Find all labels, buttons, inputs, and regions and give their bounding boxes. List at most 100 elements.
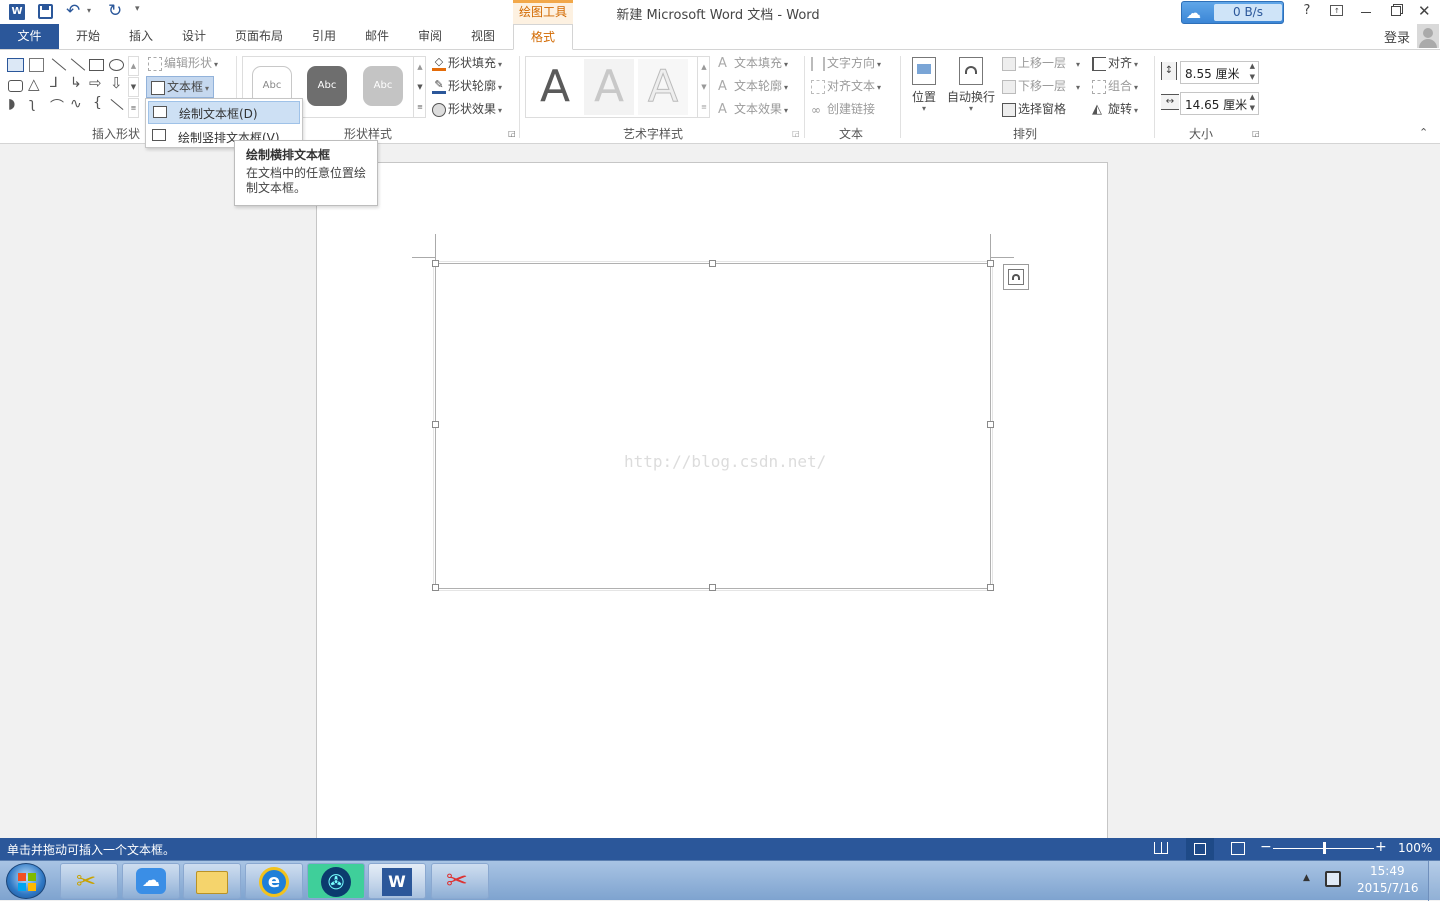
wordart-more-icon[interactable]: ≡	[697, 97, 710, 118]
save-icon[interactable]	[38, 4, 53, 19]
ribbon-display-options-icon[interactable]: ↑	[1330, 5, 1343, 16]
tab-mailings[interactable]: 邮件	[355, 24, 399, 49]
taskbar-tool-app[interactable]: ✂	[60, 863, 118, 899]
height-spin-up-icon[interactable]: ▲	[1250, 62, 1255, 70]
wordart-scroll-down-icon[interactable]: ▼	[697, 77, 710, 97]
tab-design[interactable]: 设计	[172, 24, 216, 49]
word-app-icon[interactable]: W	[9, 4, 25, 20]
start-button[interactable]	[6, 863, 46, 899]
taskbar-word[interactable]: W	[368, 863, 426, 899]
diagonal-line-icon[interactable]	[110, 98, 124, 111]
shape-outline-button[interactable]: ✎ 形状轮廓 ▾	[432, 76, 502, 96]
scribble-shape-icon[interactable]: ʅ	[29, 96, 35, 112]
align-button[interactable]: 对齐 ▾	[1092, 53, 1138, 73]
tab-view[interactable]: 视图	[461, 24, 505, 49]
clock-time[interactable]: 15:49	[1370, 864, 1405, 878]
zoom-slider-thumb[interactable]	[1322, 842, 1326, 854]
close-icon[interactable]: ✕	[1418, 2, 1431, 20]
show-hidden-icons[interactable]: ▲	[1303, 873, 1310, 883]
brace-shape-icon[interactable]: {	[93, 95, 102, 111]
shape-height-input[interactable]: 8.55 厘米 ▲ ▼	[1180, 61, 1259, 84]
resize-handle-bm[interactable]	[709, 584, 716, 591]
zoom-in-button[interactable]: +	[1375, 839, 1387, 855]
arc-shape-icon[interactable]: ⌒	[50, 96, 64, 116]
taskbar-cloud-app[interactable]: ☁	[122, 863, 180, 899]
size-launcher-icon[interactable]: ◲	[1252, 129, 1260, 138]
shapes-gallery[interactable]: △ ⅃ ↳ ⇨ ⇩ ◗ ʅ ⌒ ∿ { ▲ ▼ ≡	[5, 56, 140, 118]
taskbar-ie[interactable]: e	[245, 863, 303, 899]
shape-style-dark[interactable]: Abc	[307, 66, 347, 106]
gallery-scroll-down-icon[interactable]: ▼	[128, 77, 139, 97]
vertical-textbox-shape-icon[interactable]	[29, 58, 44, 72]
collapse-ribbon-icon[interactable]: ⌃	[1419, 126, 1428, 139]
selection-pane-button[interactable]: 选择窗格	[1002, 99, 1066, 119]
taskbar-snipping-tool[interactable]: ✂	[431, 863, 489, 899]
arrow-shape-icon[interactable]	[70, 58, 86, 71]
wrap-text-button[interactable]: 自动换行 ▾	[944, 54, 998, 120]
height-spin-down-icon[interactable]: ▼	[1250, 73, 1255, 81]
width-spin-down-icon[interactable]: ▼	[1250, 104, 1255, 112]
wordart-style-light[interactable]: A	[584, 59, 634, 115]
shape-effects-button[interactable]: 形状效果 ▾	[432, 99, 502, 119]
login-link[interactable]: 登录	[1384, 27, 1410, 46]
shape-style-gray[interactable]: Abc	[363, 66, 403, 106]
resize-handle-mr[interactable]	[987, 421, 994, 428]
style-more-icon[interactable]: ≡	[413, 97, 426, 118]
zoom-level[interactable]: 100%	[1398, 841, 1432, 855]
tab-format[interactable]: 格式	[513, 24, 573, 50]
tab-page-layout[interactable]: 页面布局	[227, 24, 291, 49]
wordart-style-dark[interactable]: A	[530, 59, 580, 115]
rounded-rect-shape-icon[interactable]	[8, 80, 23, 92]
menu-item-draw-textbox[interactable]: 绘制文本框(D)	[148, 101, 300, 124]
right-arrow-shape-icon[interactable]: ⇨	[89, 74, 102, 92]
resize-handle-bl[interactable]	[432, 584, 439, 591]
tab-references[interactable]: 引用	[302, 24, 346, 49]
shape-styles-launcher-icon[interactable]: ◲	[508, 129, 516, 138]
position-button[interactable]: 位置 ▾	[906, 54, 942, 120]
wordart-launcher-icon[interactable]: ◲	[792, 129, 800, 138]
width-spin-up-icon[interactable]: ▲	[1250, 93, 1255, 101]
tab-file[interactable]: 文件	[0, 24, 59, 49]
resize-handle-br[interactable]	[987, 584, 994, 591]
wordart-scroll-up-icon[interactable]: ▲	[697, 57, 710, 77]
down-arrow-shape-icon[interactable]: ⇩	[110, 74, 123, 92]
rotate-button[interactable]: ◭ 旋转 ▾	[1092, 99, 1138, 119]
layout-options-icon[interactable]	[1003, 264, 1029, 290]
freeform-shape-icon[interactable]: ◗	[8, 96, 15, 112]
resize-handle-tl[interactable]	[432, 260, 439, 267]
elbow-connector-icon[interactable]: ⅃	[50, 75, 58, 91]
style-scroll-down-icon[interactable]: ▼	[413, 77, 426, 97]
resize-handle-tr[interactable]	[987, 260, 994, 267]
style-scroll-up-icon[interactable]: ▲	[413, 57, 426, 77]
tab-home[interactable]: 开始	[66, 24, 110, 49]
help-button[interactable]: ?	[1300, 3, 1314, 18]
shape-width-input[interactable]: 14.65 厘米 ▲ ▼	[1180, 92, 1259, 115]
wordart-style-outline[interactable]: A	[638, 59, 688, 115]
zoom-out-button[interactable]: −	[1260, 839, 1272, 855]
taskbar-media-player[interactable]: ✇	[307, 863, 365, 899]
taskbar-explorer[interactable]	[183, 863, 241, 899]
textbox-button[interactable]: 文本框 ▾	[146, 76, 215, 98]
show-desktop-button[interactable]	[1428, 861, 1440, 901]
print-layout-icon[interactable]	[1186, 838, 1214, 860]
gallery-scroll-up-icon[interactable]: ▲	[128, 56, 139, 76]
clock-date[interactable]: 2015/7/16	[1357, 881, 1419, 895]
gallery-more-icon[interactable]: ≡	[128, 98, 139, 118]
shape-fill-button[interactable]: ◇ 形状填充 ▾	[432, 53, 502, 73]
triangle-shape-icon[interactable]: △	[28, 75, 40, 93]
network-icon[interactable]	[1325, 871, 1341, 887]
minimize-icon[interactable]	[1361, 12, 1371, 13]
wordart-gallery[interactable]: A A A ▲ ▼ ≡	[525, 56, 710, 118]
textbox-shape-icon[interactable]	[7, 58, 24, 72]
web-layout-icon[interactable]	[1231, 842, 1245, 855]
redo-icon[interactable]: ↻	[108, 0, 122, 22]
document-page[interactable]: http://blog.csdn.net/	[316, 162, 1108, 838]
undo-dropdown-icon[interactable]: ▾	[87, 6, 91, 15]
tab-review[interactable]: 审阅	[408, 24, 452, 49]
tab-insert[interactable]: 插入	[119, 24, 163, 49]
oval-shape-icon[interactable]	[109, 59, 124, 71]
net-speed-widget[interactable]: ☁ 0 B/s	[1181, 1, 1284, 24]
read-mode-icon[interactable]	[1154, 842, 1168, 854]
text-box[interactable]: http://blog.csdn.net/	[433, 261, 993, 591]
undo-icon[interactable]: ↶	[66, 0, 80, 22]
